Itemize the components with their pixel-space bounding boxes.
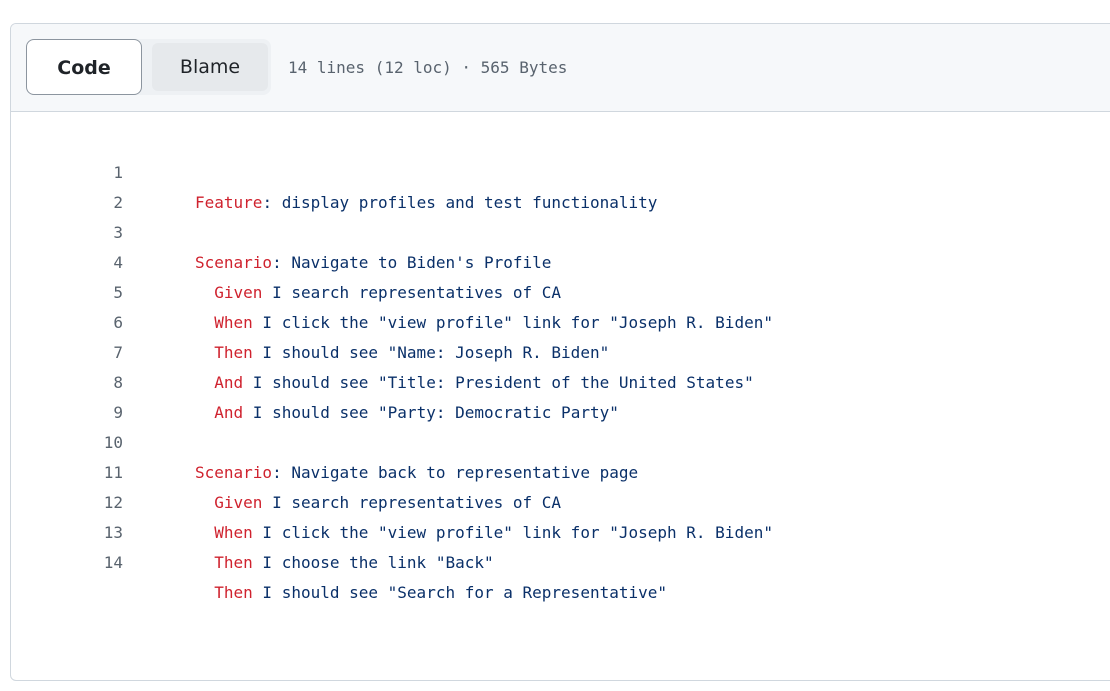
file-header: Code Blame 14 lines (12 loc) · 565 Bytes <box>11 24 1110 112</box>
code-line: 5 When I click the "view profile" link f… <box>11 248 1110 332</box>
code-line: 1 Feature: display profiles and test fun… <box>11 128 1110 212</box>
code-line: 8 And I should see "Party: Democratic Pa… <box>11 338 1110 422</box>
code-line: 9 <box>11 368 1110 422</box>
code-line: 10 Scenario: Navigate back to representa… <box>11 398 1110 482</box>
code-line: 7 And I should see "Title: President of … <box>11 308 1110 392</box>
line-text: I choose the link "Back" <box>252 553 494 572</box>
blame-tab-button[interactable]: Blame <box>152 43 268 91</box>
line-text: I should see "Search for a Representativ… <box>252 583 668 602</box>
code-line: 11 Given I search representatives of CA <box>11 428 1110 512</box>
code-line: 13 Then I choose the link "Back" <box>11 488 1110 572</box>
code-line: 6 Then I should see "Name: Joseph R. Bid… <box>11 278 1110 362</box>
line-content: Then I should see "Search for a Represen… <box>195 578 667 608</box>
code-line: 2 <box>11 158 1110 212</box>
code-line: 3 Scenario: Navigate to Biden's Profile <box>11 188 1110 272</box>
view-mode-switch: Code Blame <box>26 39 271 95</box>
gherkin-keyword: Then <box>214 553 253 572</box>
code-tab-button[interactable]: Code <box>26 39 142 95</box>
code-line: 14 Then I should see "Search for a Repre… <box>11 518 1110 602</box>
line-content: Then I choose the link "Back" <box>195 548 494 578</box>
file-viewer: Code Blame 14 lines (12 loc) · 565 Bytes… <box>10 23 1110 681</box>
code-line: 12 When I click the "view profile" link … <box>11 458 1110 542</box>
code-line: 4 Given I search representatives of CA <box>11 218 1110 302</box>
line-number[interactable]: 14 <box>11 548 123 578</box>
file-info: 14 lines (12 loc) · 565 Bytes <box>288 58 568 77</box>
gherkin-keyword: Then <box>214 583 253 602</box>
